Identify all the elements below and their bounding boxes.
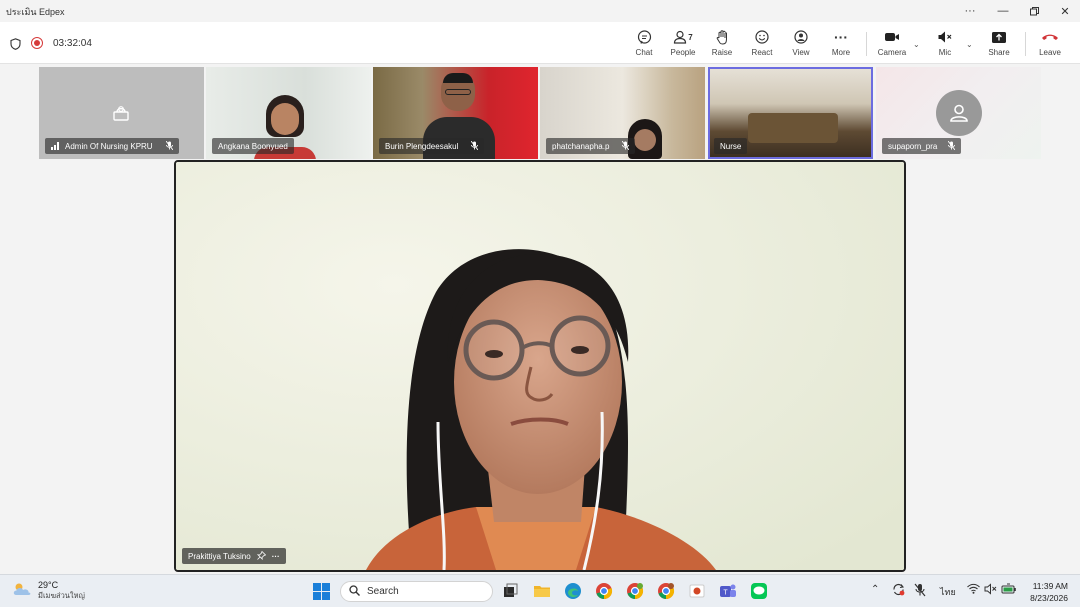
share-button[interactable]: Share [979,28,1019,62]
line-app-icon[interactable] [750,582,768,600]
mic-muted-icon [471,140,479,152]
teams-icon[interactable]: T [719,582,737,600]
mic-muted-icon [622,140,630,152]
volume-muted-icon[interactable] [984,583,997,598]
more-options-icon[interactable]: ··· [955,2,985,20]
camera-icon [884,28,900,46]
participant-name-tag: Admin Of Nursing KPRU [45,138,179,154]
close-button[interactable]: ✕ [1050,2,1080,20]
speaker-muted-icon [937,28,953,46]
participant-tile-active[interactable]: Nurse [708,67,873,159]
person-icon [950,104,968,122]
edge-browser-icon[interactable] [564,582,582,600]
window-title: ประเมิน Edpex [6,7,65,17]
participant-name-tag: Burin Plengdeesakul [379,138,485,154]
microphone-muted-icon[interactable] [914,583,926,600]
wifi-icon[interactable] [967,583,980,597]
taskbar: 29°C มีเมฆส่วนใหญ่ Search T ⌃ ไทย 11:39 … [0,574,1080,607]
clock-time: 11:39 AM [1032,581,1068,591]
shield-icon[interactable] [10,37,21,55]
mic-muted-icon [165,140,173,152]
react-button[interactable]: React [742,28,782,62]
mic-button[interactable]: Mic [925,28,965,62]
people-count: 7 [688,32,693,42]
raise-hand-button[interactable]: Raise [702,28,742,62]
cloud-icon [12,582,32,601]
mic-options-chevron-icon[interactable]: ⌄ [966,40,973,49]
chat-button[interactable]: Chat [624,28,664,62]
weather-widget[interactable]: 29°C มีเมฆส่วนใหญ่ [12,580,85,602]
svg-text:T: T [723,590,728,597]
smile-icon [755,28,769,46]
meeting-toolbar: 03:32:04 Chat 7 People Raise React View … [0,22,1080,64]
minimize-button[interactable]: — [988,2,1018,20]
windows-start-icon[interactable] [313,583,330,600]
leave-button[interactable]: Leave [1030,28,1070,62]
view-icon [794,28,808,46]
speaker-name-tag: Prakittiya Tuksino ··· [182,548,286,564]
powerpoint-icon[interactable] [688,582,706,600]
participant-name-tag: Nurse [714,138,748,154]
hang-up-icon [1041,28,1059,46]
battery-icon[interactable] [1001,583,1017,598]
meeting-timer: 03:32:04 [53,38,92,49]
chrome-icon[interactable] [595,582,613,600]
more-options-icon[interactable]: ··· [272,552,280,561]
toolbar-divider [1025,32,1026,56]
people-button[interactable]: 7 People [663,28,703,62]
chat-icon [637,28,652,46]
chrome-profile-icon[interactable] [626,582,644,600]
participant-tile[interactable]: Burin Plengdeesakul [373,67,538,159]
show-hidden-icons-chevron-icon[interactable]: ⌃ [871,584,879,595]
speaker-video-frame [176,162,904,570]
people-icon: 7 [673,28,693,46]
title-bar: ประเมิน Edpex ··· — ✕ [0,0,1080,22]
participant-tile[interactable]: Admin Of Nursing KPRU [39,67,204,159]
participant-tile[interactable]: supaporn_pra [876,67,1041,159]
taskbar-search[interactable]: Search [340,581,493,602]
recording-icon [31,37,43,49]
avatar-placeholder-icon [111,103,131,128]
more-button[interactable]: ··· More [821,28,861,62]
share-icon [991,28,1007,46]
participant-name-tag: supaporn_pra [882,138,962,154]
camera-button[interactable]: Camera [872,28,912,62]
search-icon [349,584,360,599]
view-button[interactable]: View [781,28,821,62]
hand-icon [715,28,729,46]
participant-name-tag: phatchanapha.p [546,138,636,154]
file-explorer-icon[interactable] [533,582,551,600]
weather-temperature: 29°C [38,580,59,590]
participant-video [748,113,838,143]
signal-icon [51,142,59,150]
system-clock[interactable]: 11:39 AM 8/23/2026 [1022,580,1068,604]
weather-description: มีเมฆส่วนใหญ่ [38,591,85,600]
participant-tile[interactable]: phatchanapha.p [540,67,705,159]
restore-button[interactable] [1019,2,1049,20]
mic-muted-icon [948,140,956,152]
pin-icon[interactable] [256,550,266,562]
participant-name-tag: Angkana Boonyued [212,138,294,154]
ellipsis-icon: ··· [834,29,848,45]
clock-date: 8/23/2026 [1030,593,1068,603]
participant-tile[interactable]: Angkana Boonyued [206,67,371,159]
sync-icon[interactable] [892,583,905,599]
camera-options-chevron-icon[interactable]: ⌄ [913,40,920,49]
chrome-profile-icon[interactable] [657,582,675,600]
toolbar-divider [866,32,867,56]
input-language-indicator[interactable]: ไทย [940,585,956,599]
avatar [936,90,982,136]
main-speaker-video[interactable]: Prakittiya Tuksino ··· [174,160,906,572]
task-view-icon[interactable] [501,582,519,600]
